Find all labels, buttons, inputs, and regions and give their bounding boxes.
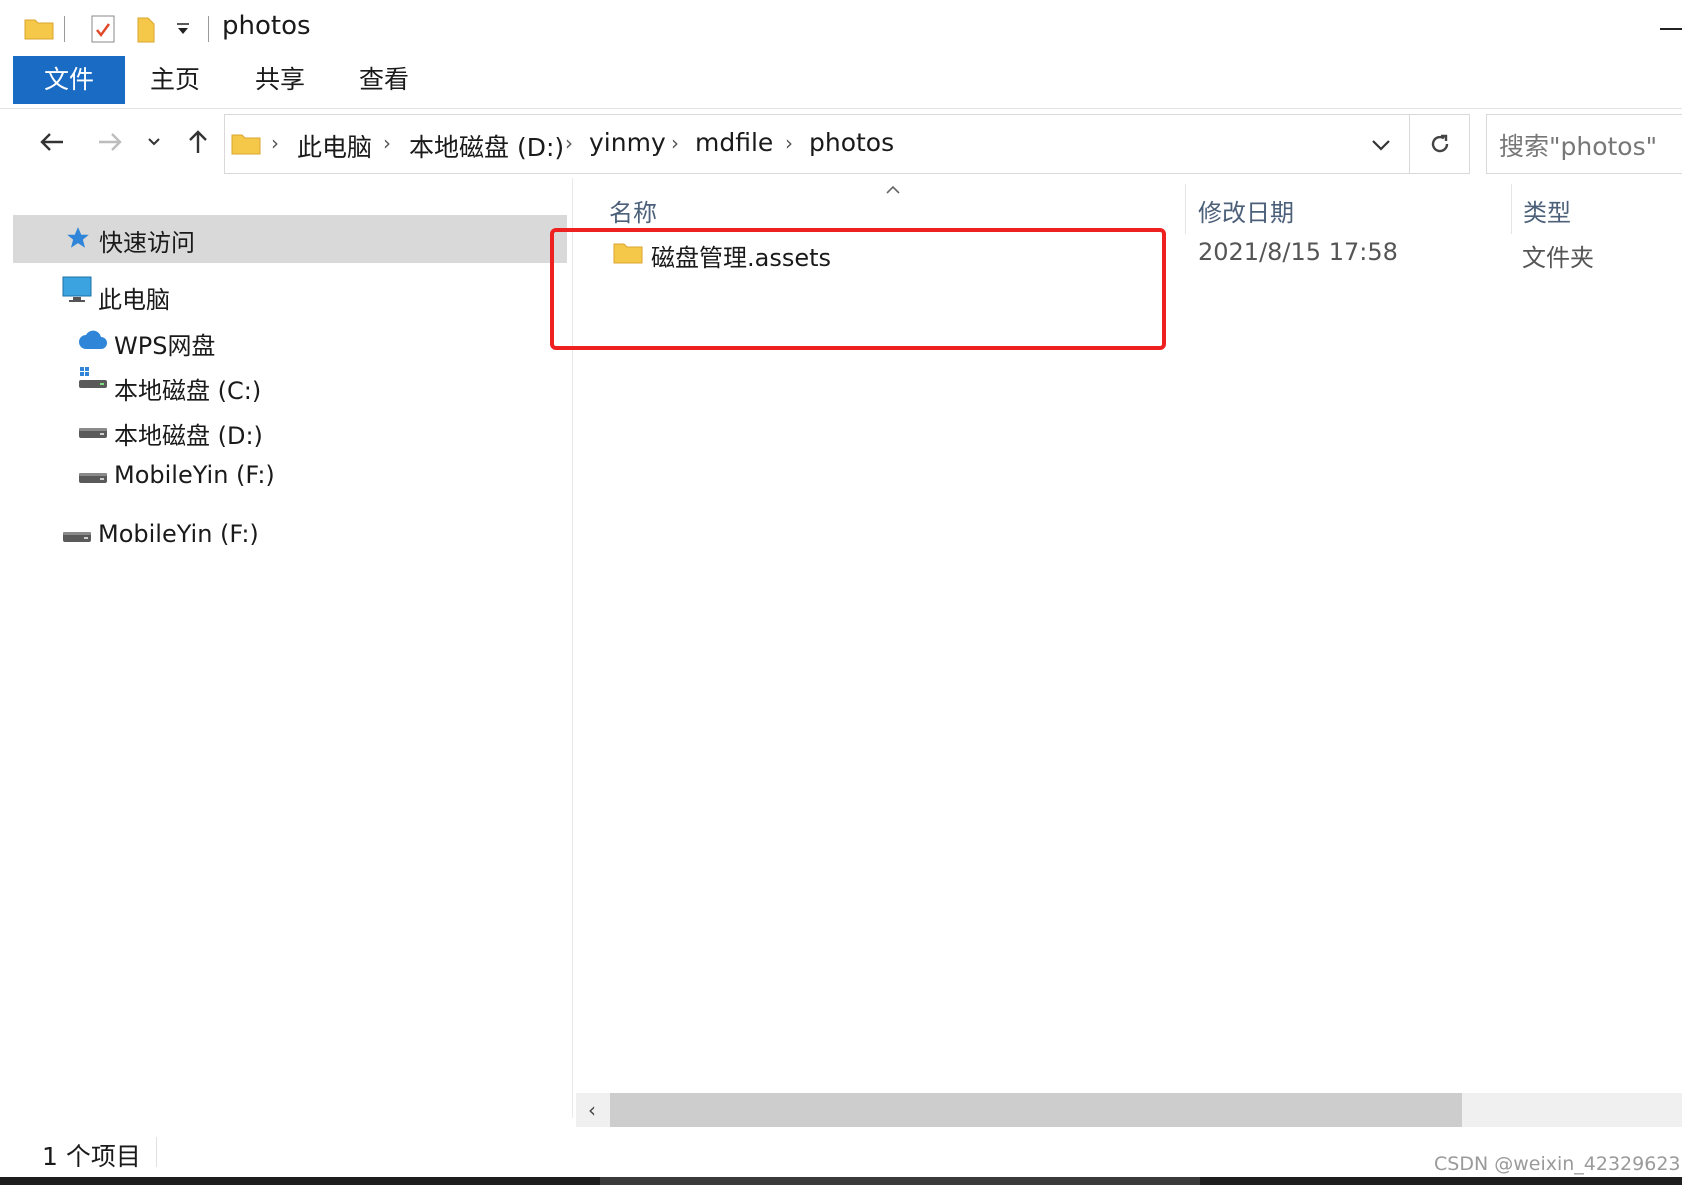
horizontal-scrollbar[interactable]: ‹ — [576, 1093, 1682, 1127]
nav-label: 快速访问 — [99, 229, 195, 257]
file-modified: 2021/8/15 17:58 — [1198, 238, 1398, 266]
search-input[interactable]: 搜索"photos" — [1486, 114, 1682, 174]
tab-home[interactable]: 主页 — [135, 56, 215, 104]
watermark: CSDN @weixin_42329623 — [1434, 1153, 1681, 1175]
new-folder-icon[interactable] — [135, 16, 157, 48]
scrollbar-thumb[interactable] — [610, 1093, 1462, 1127]
item-count: 1 个项目 — [42, 1142, 141, 1171]
breadcrumb-photos[interactable]: photos — [809, 128, 894, 157]
arrow-up-icon — [189, 130, 207, 153]
folder-icon — [231, 131, 261, 159]
address-bar[interactable]: › 此电脑 › 本地磁盘 (D:) › yinmy › mdfile › pho… — [224, 114, 1410, 174]
up-button[interactable] — [180, 122, 216, 162]
drive-icon — [78, 418, 108, 446]
sort-ascending-icon — [885, 180, 901, 199]
customize-quick-access-icon[interactable] — [176, 20, 190, 40]
refresh-button[interactable] — [1410, 114, 1470, 174]
folder-icon — [24, 16, 54, 44]
ribbon-tabs: 文件 主页 共享 查看 — [0, 56, 1682, 109]
computer-icon — [62, 276, 92, 310]
nav-label: 本地磁盘 (C:) — [114, 377, 262, 405]
forward-button[interactable] — [92, 122, 128, 162]
chevron-right-icon: › — [565, 131, 573, 155]
nav-label: 本地磁盘 (D:) — [114, 422, 263, 450]
nav-label: MobileYin (F:) — [114, 461, 275, 489]
breadcrumb-yinmy[interactable]: yinmy — [589, 128, 666, 157]
drive-icon — [62, 522, 92, 550]
nav-label: 此电脑 — [98, 286, 170, 314]
breadcrumb-mdfile[interactable]: mdfile — [695, 128, 773, 157]
star-icon — [65, 225, 91, 257]
chevron-down-icon — [148, 138, 160, 146]
title-bar: photos — [0, 0, 1682, 54]
tab-share[interactable]: 共享 — [240, 56, 320, 104]
breadcrumb-drive-d[interactable]: 本地磁盘 (D:) — [409, 128, 564, 164]
chevron-right-icon: › — [785, 131, 793, 155]
tab-view[interactable]: 查看 — [344, 56, 424, 104]
column-header-date[interactable]: 修改日期 — [1198, 193, 1294, 228]
tab-file[interactable]: 文件 — [13, 56, 125, 104]
minimize-button[interactable] — [1660, 28, 1682, 30]
address-row: › 此电脑 › 本地磁盘 (D:) › yinmy › mdfile › pho… — [0, 112, 1682, 178]
breadcrumb-this-pc[interactable]: 此电脑 — [297, 128, 372, 164]
highlight-annotation — [550, 228, 1166, 350]
arrow-right-icon — [99, 133, 122, 151]
address-dropdown-icon[interactable] — [1371, 137, 1391, 156]
properties-icon[interactable] — [90, 14, 116, 48]
cloud-icon — [78, 328, 108, 356]
window-title: photos — [222, 11, 311, 41]
taskbar-strip — [0, 1177, 1682, 1185]
system-drive-icon — [78, 365, 108, 397]
file-type: 文件夹 — [1522, 244, 1594, 272]
chevron-right-icon: › — [671, 131, 679, 155]
recent-locations-button[interactable] — [140, 122, 168, 162]
status-bar: 1 个项目 CSDN @weixin_42329623 — [0, 1127, 1682, 1177]
chevron-right-icon: › — [383, 131, 391, 155]
chevron-right-icon: › — [271, 131, 279, 155]
nav-item-quick-access[interactable]: 快速访问 — [13, 215, 567, 263]
scroll-left-icon[interactable]: ‹ — [576, 1093, 608, 1127]
column-header-name[interactable]: 名称 — [609, 193, 657, 228]
nav-label: MobileYin (F:) — [98, 520, 259, 548]
arrow-left-icon — [40, 133, 63, 151]
drive-icon — [78, 463, 108, 491]
nav-label: WPS网盘 — [114, 332, 216, 360]
column-header-type[interactable]: 类型 — [1523, 193, 1571, 228]
navigation-pane: 快速访问 此电脑 WPS网盘 本地磁盘 (C:) 本地磁盘 (D:) Mobil… — [0, 178, 573, 1118]
back-button[interactable] — [34, 122, 70, 162]
refresh-icon — [1431, 134, 1448, 153]
